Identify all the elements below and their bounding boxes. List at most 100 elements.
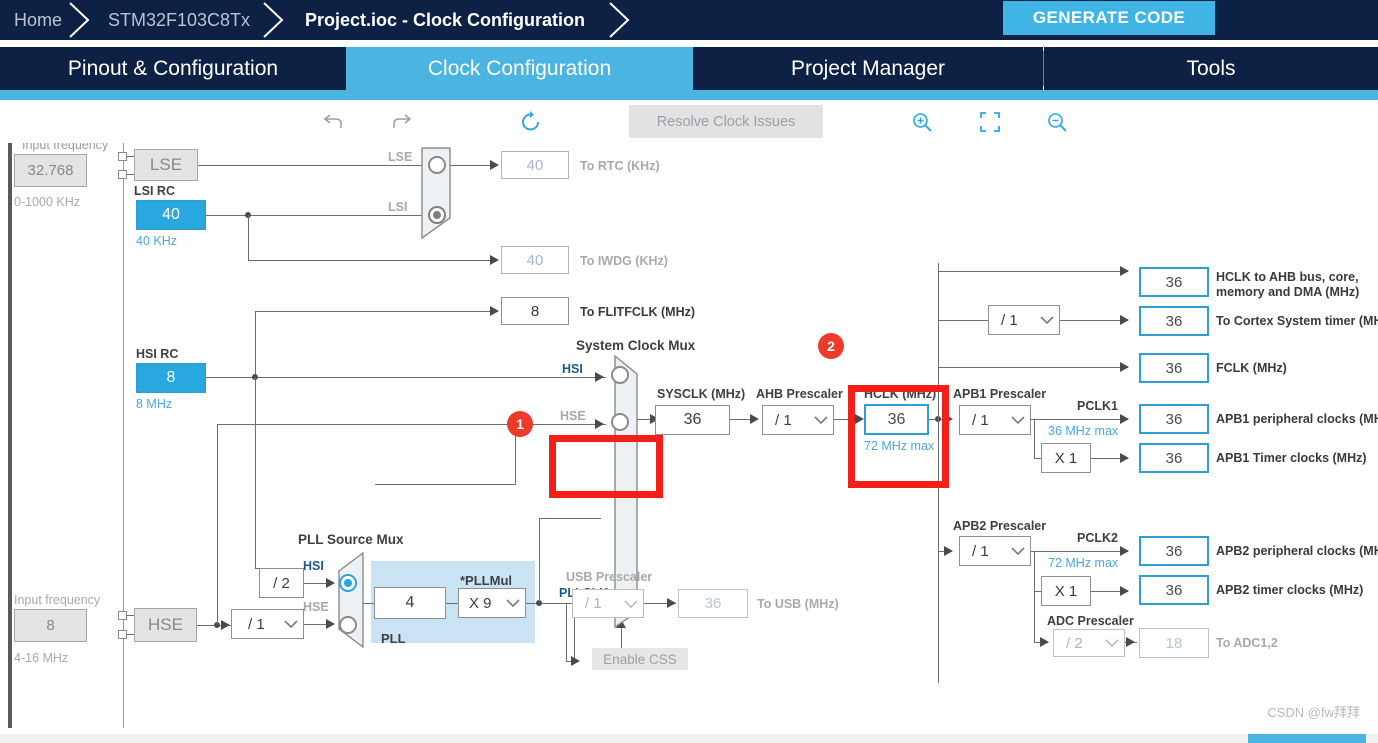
output-apb2-timer-field: 36 <box>1139 575 1209 605</box>
sysclk-label: SYSCLK (MHz) <box>657 387 746 401</box>
output-apb2-timer-label: APB2 timer clocks (MHz) <box>1216 583 1364 597</box>
usb-prescaler-select[interactable]: / 1 <box>572 589 644 618</box>
resolve-clock-issues-button[interactable]: Resolve Clock Issues <box>629 105 823 138</box>
system-clock-mux[interactable] <box>605 354 641 629</box>
adc-prescaler-select[interactable]: / 2 <box>1053 629 1125 657</box>
horizontal-scrollbar-thumb[interactable] <box>1248 734 1366 743</box>
to-rtc-field: 40 <box>501 151 569 179</box>
pll-source-option-hsi[interactable] <box>339 574 357 592</box>
hse-divider-select[interactable]: / 1 <box>231 609 304 639</box>
pll-hse-signal-label: HSE <box>303 600 329 614</box>
output-hclk-ahb-label: HCLK to AHB bus, core, <box>1216 270 1359 284</box>
lsi-unit-label: 40 KHz <box>136 234 177 248</box>
hse-oscillator-box[interactable]: HSE <box>134 608 197 642</box>
clock-tree-canvas: Input frequency 32.768 0-1000 KHz Input … <box>0 143 1378 743</box>
clipped-label: Input frequency <box>22 143 109 152</box>
to-rtc-label: To RTC (KHz) <box>580 159 660 173</box>
hclk-field[interactable]: 36 <box>864 404 929 435</box>
pllmul-select[interactable]: X 9 <box>458 588 526 618</box>
tab-pinout-configuration[interactable]: Pinout & Configuration <box>0 47 346 90</box>
breadcrumb-chevron-icon-2 <box>262 0 288 40</box>
tab-clock-configuration[interactable]: Clock Configuration <box>346 47 693 90</box>
to-iwdg-label: To IWDG (KHz) <box>580 254 668 268</box>
redo-icon[interactable] <box>388 108 416 136</box>
hsi-rc-title: HSI RC <box>136 347 179 361</box>
to-usb-field: 36 <box>678 589 748 618</box>
system-clock-mux-title: System Clock Mux <box>576 338 696 353</box>
fit-to-screen-icon[interactable] <box>976 108 1004 136</box>
lse-range-label: 0-1000 KHz <box>14 195 81 209</box>
ahb-prescaler-value: / 1 <box>775 411 792 429</box>
sysclk-mux-option-hsi[interactable] <box>611 366 629 384</box>
chevron-down-icon-4 <box>1035 315 1059 325</box>
zoom-in-icon[interactable] <box>908 108 936 136</box>
apb2-prescaler-select[interactable]: / 1 <box>959 536 1031 566</box>
breadcrumb-bar: Home STM32F103C8Tx Project.ioc - Clock C… <box>0 0 1378 40</box>
lsi-rc-title: LSI RC <box>134 184 175 198</box>
hsi-unit-label: 8 MHz <box>136 397 173 411</box>
output-cortex-timer-field: 36 <box>1139 306 1209 336</box>
pll-source-mux[interactable] <box>337 551 373 649</box>
pll-source-option-hse[interactable] <box>339 616 357 634</box>
zoom-out-icon[interactable] <box>1043 108 1071 136</box>
hclk-label: HCLK (MHz) <box>864 387 937 401</box>
apb1-prescaler-select[interactable]: / 1 <box>959 405 1031 435</box>
pllm-field[interactable]: 4 <box>374 587 446 619</box>
output-fclk-label: FCLK (MHz) <box>1216 361 1287 375</box>
adc-prescaler-value: / 2 <box>1066 634 1083 652</box>
chevron-down-icon <box>279 619 303 629</box>
rtc-mux-option-lse[interactable] <box>428 156 446 174</box>
tab-tools[interactable]: Tools <box>1044 47 1378 90</box>
usb-prescaler-value: / 1 <box>585 595 602 612</box>
generate-code-button[interactable]: GENERATE CODE <box>1003 1 1215 35</box>
pll-hsi-signal-label: HSI <box>303 559 324 573</box>
horizontal-scrollbar-track[interactable] <box>0 734 1378 743</box>
lse-oscillator-box[interactable]: LSE <box>134 149 198 181</box>
chevron-down-icon-7 <box>1100 638 1124 648</box>
apb2-timer-multiplier: X 1 <box>1041 576 1091 606</box>
hse-divider-value: / 1 <box>248 615 265 633</box>
hsi-value-field[interactable]: 8 <box>136 363 206 393</box>
oscillator-rail <box>123 143 124 728</box>
breadcrumb-device[interactable]: STM32F103C8Tx <box>108 0 250 40</box>
cortex-divider-value: / 1 <box>1001 311 1018 329</box>
output-hclk-ahb-field: 36 <box>1139 267 1209 297</box>
breadcrumb-chevron-icon-3 <box>608 0 634 40</box>
ahb-prescaler-select[interactable]: / 1 <box>762 405 834 435</box>
breadcrumb-file[interactable]: Project.ioc - Clock Configuration <box>305 0 585 40</box>
watermark: CSDN @fw拜拜 <box>1267 705 1360 720</box>
cortex-divider-select[interactable]: / 1 <box>988 305 1060 335</box>
output-fclk-field: 36 <box>1139 353 1209 383</box>
hse-input-frequency-field[interactable]: 8 <box>14 609 87 642</box>
hse-signal-label-sysmux: HSE <box>560 409 586 423</box>
apb1-prescaler-label: APB1 Prescaler <box>953 387 1047 401</box>
sysclk-mux-option-hse[interactable] <box>611 413 629 431</box>
chevron-down-icon-2 <box>501 598 525 608</box>
lse-signal-label: LSE <box>388 150 413 164</box>
output-apb1-peripheral-field: 36 <box>1139 404 1209 434</box>
apb1-timer-multiplier: X 1 <box>1041 443 1091 473</box>
chevron-down-icon-8 <box>619 599 643 609</box>
output-apb1-timer-label: APB1 Timer clocks (MHz) <box>1216 451 1367 465</box>
hse-input-frequency-label: Input frequency <box>14 593 101 607</box>
lsi-value-field[interactable]: 40 <box>136 200 206 230</box>
tab-project-manager[interactable]: Project Manager <box>693 47 1043 90</box>
enable-css-button[interactable]: Enable CSS <box>592 648 688 670</box>
pll-source-mux-title: PLL Source Mux <box>298 532 404 547</box>
annotation-badge-1: 1 <box>507 411 533 437</box>
hse-terminal-top <box>118 611 127 620</box>
reset-icon[interactable] <box>517 108 545 136</box>
rtc-mux-option-lsi[interactable] <box>428 206 446 224</box>
apb2-max-note: 72 MHz max <box>1048 556 1119 570</box>
undo-icon[interactable] <box>319 108 347 136</box>
to-usb-label: To USB (MHz) <box>757 597 839 611</box>
output-apb2-peripheral-field: 36 <box>1139 536 1209 566</box>
adc-prescaler-label: ADC Prescaler <box>1047 614 1134 628</box>
lse-terminal-top <box>118 152 127 161</box>
to-flitfclk-label: To FLITFCLK (MHz) <box>580 305 696 319</box>
breadcrumb-home[interactable]: Home <box>14 0 62 40</box>
output-adc-field: 18 <box>1139 628 1209 658</box>
chevron-down-icon-3 <box>809 415 833 425</box>
lse-input-frequency-field[interactable]: 32.768 <box>14 154 87 187</box>
apb2-prescaler-label: APB2 Prescaler <box>953 519 1047 533</box>
